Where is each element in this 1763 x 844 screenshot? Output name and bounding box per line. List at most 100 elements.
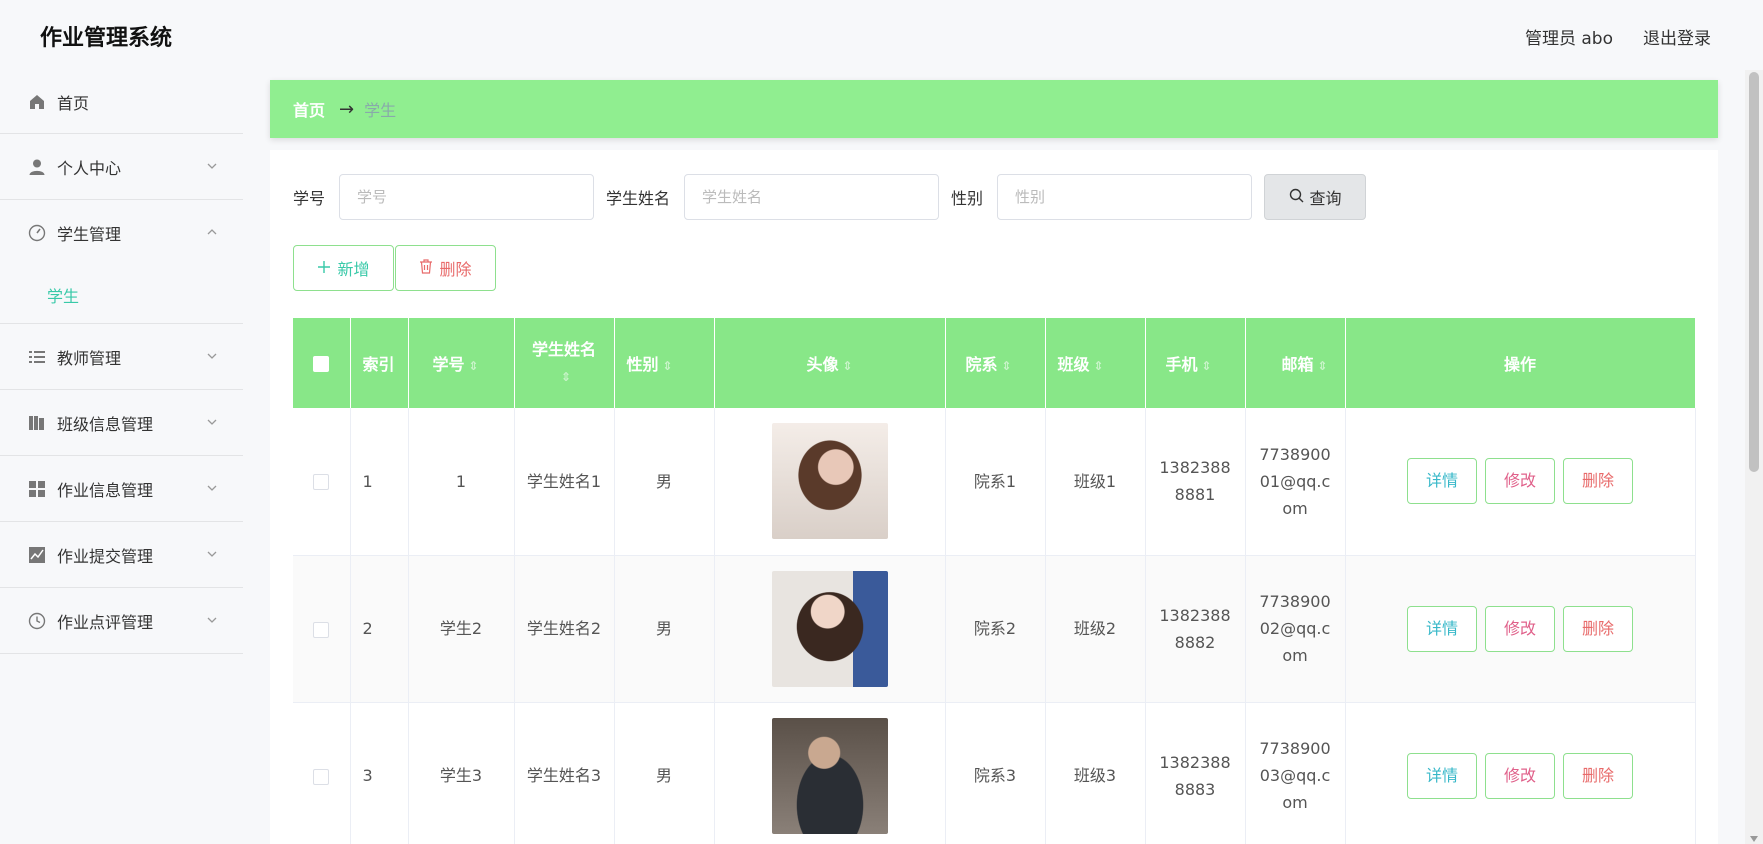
home-icon xyxy=(28,93,46,111)
sidebar-item-homework-submit[interactable]: 作业提交管理 xyxy=(0,522,243,588)
select-all-checkbox[interactable] xyxy=(313,356,330,372)
breadcrumb-current: 学生 xyxy=(364,101,397,120)
edit-button[interactable]: 修改 xyxy=(1485,605,1555,652)
add-button-label: 新增 xyxy=(337,260,370,279)
cell-email: 773890002@qq.com xyxy=(1245,555,1346,702)
list-icon xyxy=(28,348,46,366)
cell-actions: 详情 修改 删除 xyxy=(1345,555,1696,702)
sort-icon[interactable]: ⇕ xyxy=(663,359,673,373)
cell-student-name: 学生姓名3 xyxy=(514,702,615,844)
delete-button-label: 删除 xyxy=(439,260,472,279)
cell-department: 院系3 xyxy=(945,702,1046,844)
cell-student-no: 1 xyxy=(408,408,515,555)
column-header-student-name[interactable]: 学生姓名 ⇕ xyxy=(514,318,615,408)
edit-button[interactable]: 修改 xyxy=(1485,458,1555,505)
delete-button[interactable]: 删除 xyxy=(1563,458,1633,505)
column-header-phone[interactable]: 手机 ⇕ xyxy=(1145,318,1246,408)
cell-department: 院系2 xyxy=(945,555,1046,702)
cell-avatar xyxy=(714,408,946,555)
column-header-actions: 操作 xyxy=(1345,318,1696,408)
sort-icon[interactable]: ⇕ xyxy=(1202,359,1212,373)
cell-gender: 男 xyxy=(614,702,715,844)
breadcrumb: 首页 → 学生 xyxy=(270,80,1718,138)
cell-class: 班级1 xyxy=(1045,408,1146,555)
sidebar-item-student-mgmt[interactable]: 学生管理 xyxy=(0,200,243,266)
avatar-image xyxy=(771,570,888,687)
detail-button[interactable]: 详情 xyxy=(1407,458,1477,505)
sort-icon[interactable]: ⇕ xyxy=(1002,359,1012,373)
trash-icon xyxy=(419,258,433,278)
user-label[interactable]: 管理员 abo xyxy=(1525,24,1613,49)
student-no-input[interactable] xyxy=(339,174,595,220)
delete-button[interactable]: 删除 xyxy=(1563,605,1633,652)
batch-delete-button[interactable]: 删除 xyxy=(395,245,496,291)
sidebar-item-teacher-mgmt[interactable]: 教师管理 xyxy=(0,324,243,390)
sidebar-item-label: 个人中心 xyxy=(57,158,122,178)
table-row: 1 1 学生姓名1 男 院系1 班级1 13823888881 77389000… xyxy=(293,408,1696,555)
grid-icon xyxy=(28,480,46,498)
avatar-image xyxy=(771,717,888,834)
table-row: 3 学生3 学生姓名3 男 院系3 班级3 13823888883 773890… xyxy=(293,702,1696,844)
sidebar-item-class-mgmt[interactable]: 班级信息管理 xyxy=(0,390,243,456)
student-name-input[interactable] xyxy=(684,174,940,220)
cell-email: 773890001@qq.com xyxy=(1245,408,1346,555)
column-header-class[interactable]: 班级 ⇕ xyxy=(1045,318,1146,408)
scroll-down-icon[interactable] xyxy=(1750,836,1758,842)
cell-phone: 13823888883 xyxy=(1145,702,1246,844)
query-button-label: 查询 xyxy=(1309,189,1342,208)
sidebar-item-label: 班级信息管理 xyxy=(57,414,154,434)
query-button[interactable]: 查询 xyxy=(1264,174,1367,220)
sidebar-item-label: 教师管理 xyxy=(57,348,122,368)
table-row: 2 学生2 学生姓名2 男 院系2 班级2 13823888882 773890… xyxy=(293,555,1696,702)
chevron-down-icon xyxy=(205,348,219,362)
breadcrumb-arrow-icon: → xyxy=(339,98,355,120)
sidebar-item-homework-info[interactable]: 作业信息管理 xyxy=(0,456,243,522)
row-checkbox[interactable] xyxy=(313,621,330,638)
cell-student-no: 学生3 xyxy=(408,702,515,844)
sidebar-subitem-student[interactable]: 学生 xyxy=(0,266,243,324)
sort-icon[interactable]: ⇕ xyxy=(469,359,479,373)
sort-icon[interactable]: ⇕ xyxy=(1318,359,1328,373)
detail-button[interactable]: 详情 xyxy=(1407,605,1477,652)
cell-index: 1 xyxy=(350,408,409,555)
delete-button[interactable]: 删除 xyxy=(1563,752,1633,799)
row-select-cell xyxy=(293,702,351,844)
student-name-label: 学生姓名 xyxy=(606,189,671,208)
cell-class: 班级2 xyxy=(1045,555,1146,702)
cell-email: 773890003@qq.com xyxy=(1245,702,1346,844)
breadcrumb-home[interactable]: 首页 xyxy=(293,97,325,121)
cell-avatar xyxy=(714,702,946,844)
column-header-department[interactable]: 院系 ⇕ xyxy=(945,318,1046,408)
column-header-avatar[interactable]: 头像 ⇕ xyxy=(714,318,946,408)
gauge-icon xyxy=(28,224,46,242)
add-button[interactable]: 新增 xyxy=(293,245,394,291)
sidebar: 首页 个人中心 学生管理 学生 教师管理 班级信息管理 作业信息管理 作业提交管… xyxy=(0,70,243,844)
edit-button[interactable]: 修改 xyxy=(1485,752,1555,799)
sidebar-item-profile[interactable]: 个人中心 xyxy=(0,134,243,200)
detail-button[interactable]: 详情 xyxy=(1407,752,1477,799)
logout-link[interactable]: 退出登录 xyxy=(1643,24,1711,49)
column-header-gender[interactable]: 性别 ⇕ xyxy=(614,318,715,408)
main-content: 首页 → 学生 学号 学生姓名 性别 查询 新增 xyxy=(270,80,1718,844)
sort-icon[interactable]: ⇕ xyxy=(1094,359,1104,373)
row-checkbox[interactable] xyxy=(313,474,330,491)
cell-index: 2 xyxy=(350,555,409,702)
gender-input[interactable] xyxy=(997,174,1253,220)
sidebar-item-home[interactable]: 首页 xyxy=(0,70,243,134)
table-header-row: 索引 学号 ⇕ 学生姓名 ⇕ 性别 ⇕ 头像 ⇕ 院系 ⇕ 班级 ⇕ 手机 ⇕ 邮箱 ⇕ 操作 xyxy=(293,318,1696,408)
sort-icon[interactable]: ⇕ xyxy=(842,359,852,373)
sidebar-item-label: 首页 xyxy=(57,93,90,113)
column-header-student-no[interactable]: 学号 ⇕ xyxy=(408,318,515,408)
cell-gender: 男 xyxy=(614,555,715,702)
cell-actions: 详情 修改 删除 xyxy=(1345,702,1696,844)
cell-student-name: 学生姓名1 xyxy=(514,408,615,555)
sort-icon[interactable]: ⇕ xyxy=(561,370,571,384)
column-header-email[interactable]: 邮箱 ⇕ xyxy=(1245,318,1346,408)
scrollbar-thumb[interactable] xyxy=(1749,72,1759,472)
sidebar-item-label: 作业信息管理 xyxy=(57,480,154,500)
chart-icon xyxy=(28,546,46,564)
row-checkbox[interactable] xyxy=(313,768,330,785)
page-scrollbar[interactable] xyxy=(1745,70,1763,844)
sidebar-item-homework-review[interactable]: 作业点评管理 xyxy=(0,588,243,654)
sidebar-item-label: 学生管理 xyxy=(57,225,122,244)
